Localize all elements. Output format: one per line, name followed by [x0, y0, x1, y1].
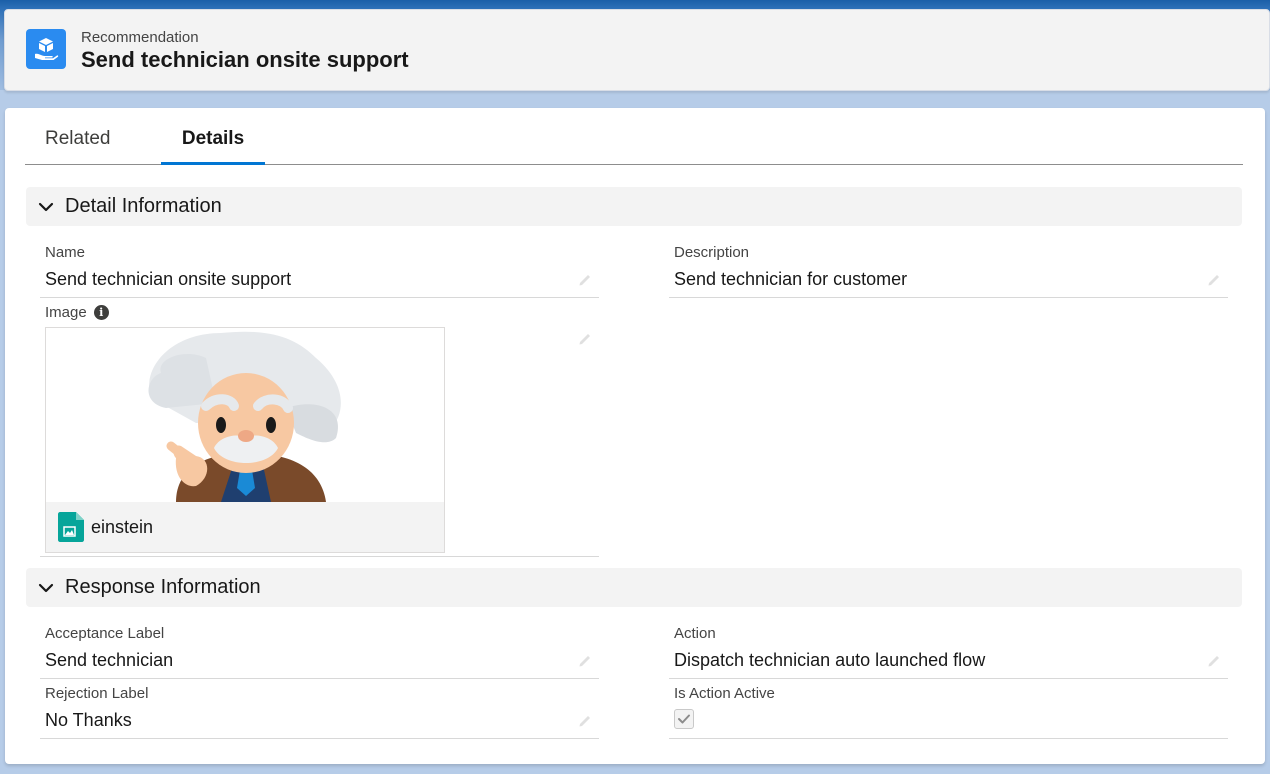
record-detail-card: Related Details Detail Information Name … — [5, 108, 1265, 764]
section-title: Detail Information — [65, 195, 222, 217]
pencil-icon[interactable] — [577, 271, 593, 287]
image-file-icon — [58, 512, 84, 542]
image-preview[interactable]: einstein — [45, 327, 445, 553]
field-value: Send technician — [40, 650, 599, 679]
section-title: Response Information — [65, 576, 261, 598]
chevron-down-icon — [38, 202, 54, 211]
field-label: Name — [45, 244, 86, 261]
section-detail-information[interactable]: Detail Information — [26, 187, 1242, 226]
action-value: Dispatch technician auto launched flow — [674, 650, 986, 670]
pencil-icon[interactable] — [577, 712, 593, 728]
file-name[interactable]: einstein — [91, 517, 153, 538]
file-bar[interactable]: einstein — [46, 502, 444, 552]
field-label: Acceptance Label — [45, 625, 165, 642]
field-value — [669, 709, 1228, 739]
tab-related[interactable]: Related — [45, 108, 111, 165]
tab-bar: Related Details — [25, 108, 1243, 165]
acceptance-label-value: Send technician — [45, 650, 174, 670]
pencil-icon[interactable] — [1206, 652, 1222, 668]
field-value: Send technician onsite support — [40, 269, 599, 298]
record-header: Recommendation Send technician onsite su… — [4, 9, 1270, 91]
object-name: Recommendation — [81, 29, 199, 46]
field-label: Rejection Label — [45, 685, 149, 702]
field-value: No Thanks — [40, 710, 599, 739]
field-rejection-label: Rejection Label No Thanks — [40, 685, 599, 739]
record-title: Send technician onsite support — [81, 47, 409, 72]
field-value: Dispatch technician auto launched flow — [669, 650, 1228, 679]
field-is-action-active: Is Action Active — [669, 685, 1228, 739]
chevron-down-icon — [38, 583, 54, 592]
description-value: Send technician for customer — [674, 269, 908, 289]
checkmark-icon — [678, 714, 690, 724]
pencil-icon[interactable] — [577, 652, 593, 668]
image-label: Image — [45, 304, 87, 321]
section-response-information[interactable]: Response Information — [26, 568, 1242, 607]
recommendation-icon — [26, 29, 66, 69]
tab-details[interactable]: Details — [161, 108, 265, 165]
is-action-active-checkbox — [674, 709, 694, 729]
field-action: Action Dispatch technician auto launched… — [669, 625, 1228, 679]
field-label: Is Action Active — [674, 685, 775, 702]
field-label: Image i — [40, 304, 599, 321]
name-value: Send technician onsite support — [45, 269, 292, 289]
field-label: Action — [674, 625, 716, 642]
field-description: Description Send technician for customer — [669, 244, 1228, 298]
pencil-icon[interactable] — [577, 330, 593, 346]
pencil-icon[interactable] — [1206, 271, 1222, 287]
info-icon[interactable]: i — [93, 305, 109, 320]
rejection-label-value: No Thanks — [45, 710, 132, 730]
field-name: Name Send technician onsite support — [40, 244, 599, 298]
field-acceptance-label: Acceptance Label Send technician — [40, 625, 599, 679]
field-label: Description — [674, 244, 750, 261]
einstein-image — [46, 328, 444, 502]
field-value: Send technician for customer — [669, 269, 1228, 298]
